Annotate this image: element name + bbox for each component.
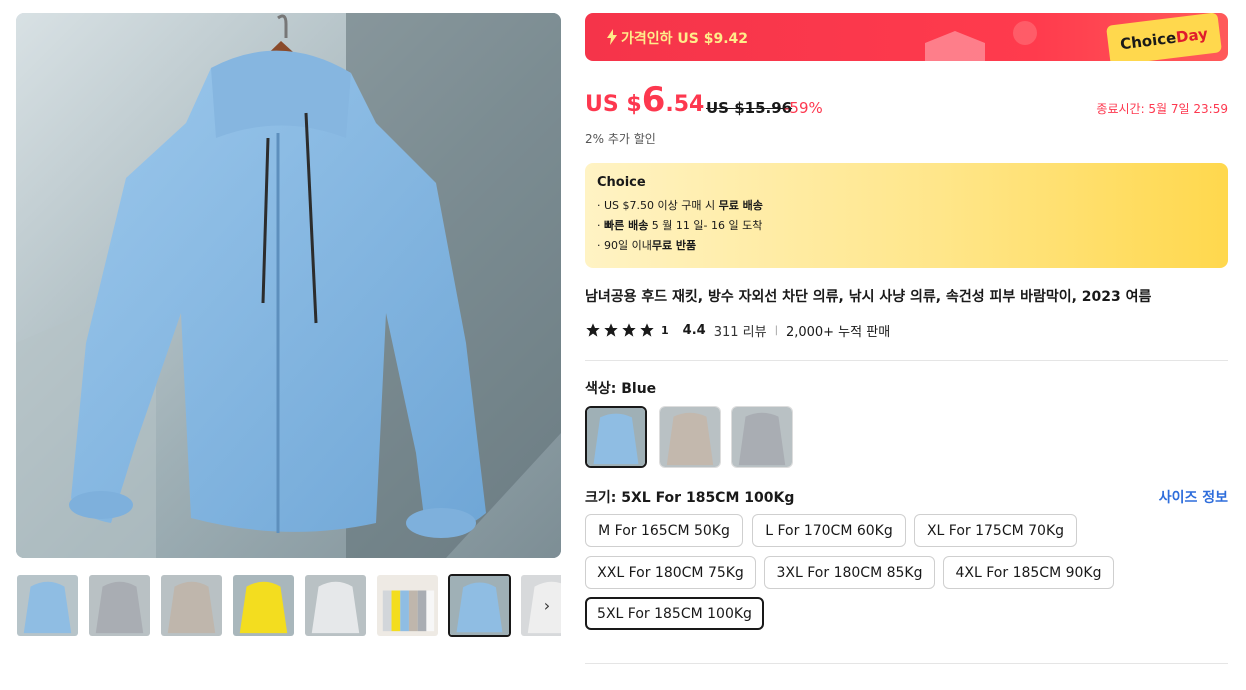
thumbnail-2[interactable] bbox=[88, 574, 151, 637]
thumbnail-7-selected[interactable] bbox=[448, 574, 511, 637]
current-price: US $6.54 bbox=[585, 80, 704, 120]
choice-line2-text: 5 월 11 일- 16 일 도착 bbox=[648, 219, 763, 232]
extra-discount: 2% 추가 할인 bbox=[585, 132, 656, 146]
lightning-icon bbox=[607, 29, 617, 45]
thumbnail-1[interactable] bbox=[16, 574, 79, 637]
thumbnail-strip: › bbox=[16, 574, 561, 638]
size-option-m[interactable]: M For 165CM 50Kg bbox=[585, 514, 743, 547]
size-option-xl[interactable]: XL For 175CM 70Kg bbox=[914, 514, 1077, 547]
size-option-4xl[interactable]: 4XL For 185CM 90Kg bbox=[943, 556, 1114, 589]
size-option-5xl-selected[interactable]: 5XL For 185CM 100Kg bbox=[585, 597, 764, 630]
sale-end-time: 종료시간: 5월 7일 23:59 bbox=[1096, 102, 1228, 116]
choice-day-tag-choice: Choice bbox=[1119, 28, 1178, 54]
review-count-link[interactable]: 311 리뷰 bbox=[714, 321, 767, 340]
star-icon bbox=[586, 323, 600, 337]
choice-line1-bold: 무료 배송 bbox=[718, 199, 763, 212]
choice-line3-text: 90일 이내 bbox=[604, 239, 652, 252]
color-label: 색상: Blue bbox=[585, 381, 657, 397]
price-integer: 6 bbox=[641, 80, 666, 120]
product-main-image[interactable] bbox=[16, 13, 561, 558]
star-icon bbox=[622, 323, 636, 337]
product-title: 남녀공용 후드 재킷, 방수 자외선 차단 의류, 낚시 사냥 의류, 속건성 … bbox=[585, 289, 1152, 305]
size-guide-link[interactable]: 사이즈 정보 bbox=[1159, 487, 1228, 507]
choice-free-shipping: · US $7.50 이상 구매 시 무료 배송 bbox=[597, 199, 763, 212]
choice-title: Choice bbox=[597, 175, 646, 190]
star-icon bbox=[640, 323, 654, 337]
size-option-l[interactable]: L For 170CM 60Kg bbox=[752, 514, 906, 547]
choice-free-return: · 90일 이내무료 반품 bbox=[597, 239, 697, 252]
choice-benefits-box[interactable]: Choice · US $7.50 이상 구매 시 무료 배송 · 빠른 배송 … bbox=[585, 163, 1228, 268]
divider bbox=[585, 663, 1228, 664]
divider bbox=[585, 360, 1228, 361]
thumbnail-4[interactable] bbox=[232, 574, 295, 637]
star-icon bbox=[604, 323, 618, 337]
choice-fast-delivery: · 빠른 배송 5 월 11 일- 16 일 도착 bbox=[597, 219, 763, 232]
price-drop-text: 가격인하 US $9.42 bbox=[621, 31, 749, 47]
thumbnail-3[interactable] bbox=[160, 574, 223, 637]
rating-score: 4.4 bbox=[682, 322, 706, 338]
size-option-3xl[interactable]: 3XL For 180CM 85Kg bbox=[764, 556, 935, 589]
chevron-right-icon[interactable]: › bbox=[537, 596, 557, 616]
color-swatch-grey[interactable] bbox=[731, 406, 793, 468]
star-rating bbox=[585, 322, 655, 338]
choice-day-tag: Choice Day bbox=[1105, 13, 1223, 61]
choice-line3-bold: 무료 반품 bbox=[651, 239, 697, 252]
choice-line1-text: US $7.50 이상 구매 시 bbox=[604, 199, 719, 212]
sold-count: 2,000+ 누적 판매 bbox=[785, 324, 891, 340]
original-price: US $15.96 bbox=[706, 99, 793, 117]
banner-decoration-icon bbox=[925, 21, 1037, 61]
star-count-label: 1 bbox=[661, 323, 669, 337]
price-decimal: .54 bbox=[665, 92, 705, 117]
size-option-xxl[interactable]: XXL For 180CM 75Kg bbox=[585, 556, 756, 589]
size-label: 크기: 5XL For 185CM 100Kg bbox=[585, 490, 795, 506]
thumbnail-6[interactable] bbox=[376, 574, 439, 637]
color-swatch-khaki[interactable] bbox=[659, 406, 721, 468]
color-swatch-blue[interactable] bbox=[585, 406, 647, 468]
price-currency: US $ bbox=[585, 92, 642, 117]
rating-row[interactable]: 1 4.4 311 리뷰 | 2,000+ 누적 판매 bbox=[585, 320, 890, 340]
choice-line2-bold: 빠른 배송 bbox=[604, 219, 649, 232]
price-drop-banner: 가격인하 US $9.42 Choice Day bbox=[585, 13, 1228, 61]
choice-day-tag-day: Day bbox=[1174, 24, 1209, 47]
discount-percent: -59% bbox=[784, 99, 823, 117]
thumbnail-5[interactable] bbox=[304, 574, 367, 637]
separator: | bbox=[774, 324, 778, 336]
